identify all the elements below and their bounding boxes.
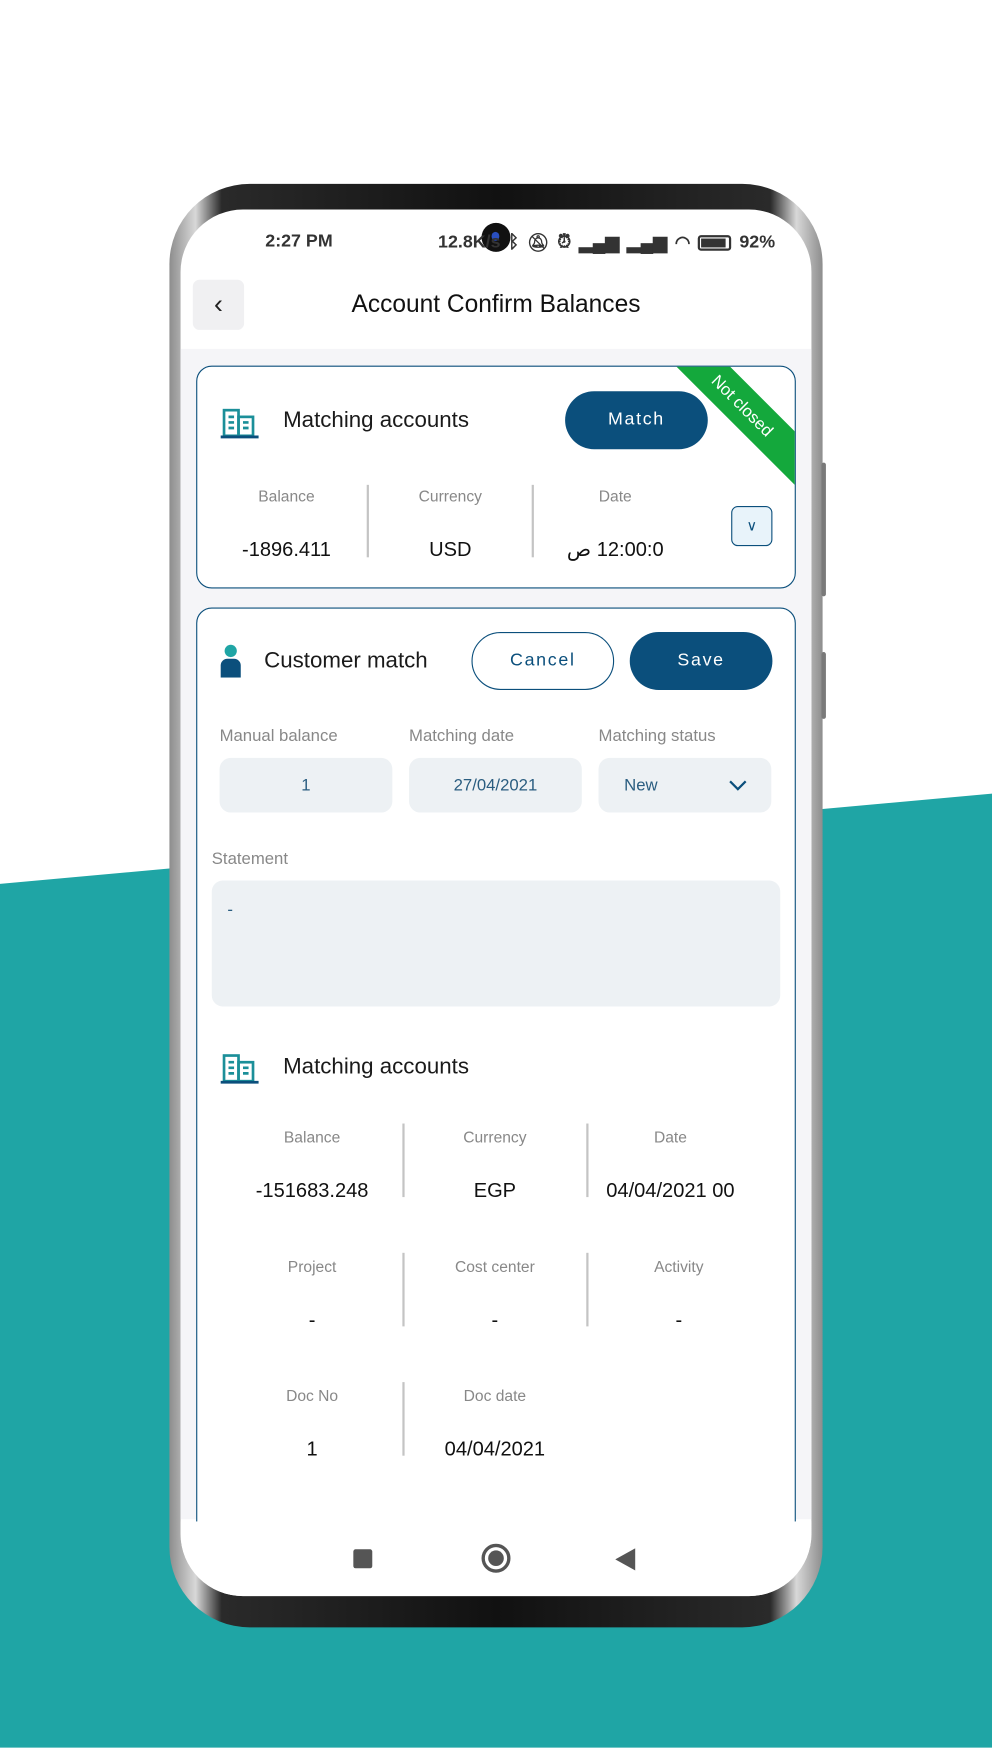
screen: 2:27 PM 12.8K/s ᛒ 🔕︎ ⏰︎ ▂▄▆ ▂▄▆ ◠ 92% ‹ … xyxy=(180,209,812,1597)
wifi-icon: ◠ xyxy=(674,234,691,254)
recents-button[interactable] xyxy=(353,1549,373,1569)
field-cost-center: Cost center - xyxy=(454,1257,535,1331)
manual-balance-input[interactable]: 1 xyxy=(219,757,393,813)
content-area[interactable]: Matching accounts Match Not closed Balan… xyxy=(180,348,812,1544)
divider xyxy=(586,1252,589,1327)
field-doc-date: Doc date 04/04/2021 xyxy=(444,1386,546,1461)
field-balance: Balance -151683.248 xyxy=(255,1127,369,1202)
cancel-button[interactable]: Cancel xyxy=(471,631,615,690)
field-date: Date 12:00:0 ص xyxy=(566,487,664,561)
battery-level: 92% xyxy=(739,232,776,252)
field-activity: Activity - xyxy=(654,1257,704,1331)
signal-icon: ▂▄▆ xyxy=(626,234,667,254)
net-speed: 12.8K/s xyxy=(438,232,501,252)
divider xyxy=(586,1123,589,1198)
field-project: Project - xyxy=(287,1257,337,1331)
person-icon xyxy=(220,644,241,678)
card-title: Matching accounts xyxy=(283,407,469,433)
divider xyxy=(402,1382,405,1456)
summary-card[interactable]: Matching accounts Match Not closed Balan… xyxy=(196,365,796,589)
bluetooth-icon: ᛒ xyxy=(508,232,520,252)
manual-balance-label: Manual balance xyxy=(219,726,338,746)
matching-status-label: Matching status xyxy=(598,726,716,746)
status-icons: 12.8K/s ᛒ 🔕︎ ⏰︎ ▂▄▆ ▂▄▆ ◠ 92% xyxy=(438,232,775,254)
matching-date-label: Matching date xyxy=(409,726,515,746)
bell-off-icon: 🔕︎ xyxy=(526,234,550,254)
customer-match-card[interactable]: Customer match Cancel Save Manual balanc… xyxy=(196,607,796,1544)
building-icon xyxy=(220,408,259,439)
chevron-down-icon xyxy=(729,779,747,791)
expand-button[interactable]: ∨ xyxy=(731,506,773,547)
battery-icon xyxy=(698,235,732,251)
matching-status-select[interactable]: New xyxy=(598,757,772,813)
matching-status-value: New xyxy=(624,775,658,795)
field-currency: Currency USD xyxy=(418,487,482,561)
status-time: 2:27 PM xyxy=(265,231,333,251)
chevron-down-icon: ∨ xyxy=(746,517,758,534)
alarm-icon: ⏰︎ xyxy=(557,232,572,252)
page-title: Account Confirm Balances xyxy=(351,289,641,318)
matching-accounts-title: Matching accounts xyxy=(283,1054,469,1079)
match-button[interactable]: Match xyxy=(565,391,708,450)
building-icon xyxy=(220,1054,259,1084)
back-nav-button[interactable] xyxy=(615,1548,636,1571)
save-button[interactable]: Save xyxy=(629,631,773,690)
statement-label: Statement xyxy=(211,849,288,869)
phone-frame: 2:27 PM 12.8K/s ᛒ 🔕︎ ⏰︎ ▂▄▆ ▂▄▆ ◠ 92% ‹ … xyxy=(169,183,826,1628)
divider xyxy=(402,1252,405,1327)
field-currency: Currency EGP xyxy=(463,1127,527,1202)
android-nav-bar xyxy=(180,1521,812,1597)
home-button[interactable] xyxy=(481,1543,511,1573)
field-balance: Balance -1896.411 xyxy=(242,487,331,561)
customer-match-title: Customer match xyxy=(264,648,428,674)
field-doc-no: Doc No 1 xyxy=(286,1386,339,1461)
field-date: Date 00 04/04/2021 xyxy=(606,1127,735,1202)
statement-textarea[interactable]: - xyxy=(211,880,781,1007)
signal-icon: ▂▄▆ xyxy=(578,234,620,254)
divider xyxy=(402,1123,405,1198)
matching-date-input[interactable]: 27/04/2021 xyxy=(409,757,582,813)
